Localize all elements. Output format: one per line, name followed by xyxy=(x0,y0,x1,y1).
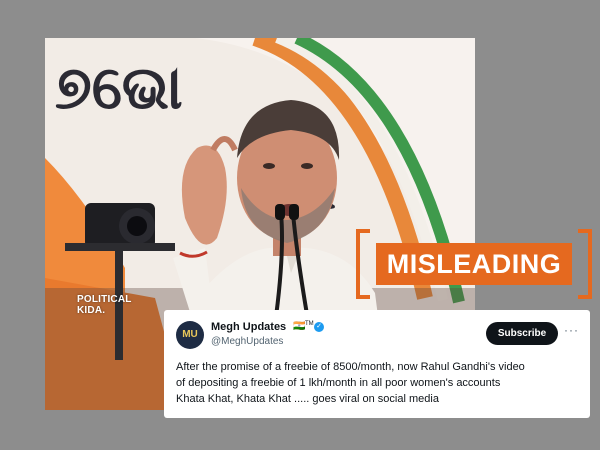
tweet-text: After the promise of a freebie of 8500/m… xyxy=(176,359,586,407)
more-options-icon[interactable]: ··· xyxy=(564,323,579,337)
watermark-line-2: KIDA. xyxy=(77,305,106,316)
video-watermark: POLITICAL KIDA. xyxy=(77,294,132,316)
svg-text:୭ଭୋ: ୭ଭୋ xyxy=(55,53,183,123)
user-handle[interactable]: @MeghUpdates xyxy=(211,336,283,347)
tweet-text-line-1: After the promise of a freebie of 8500/m… xyxy=(176,361,525,373)
watermark-line-1: POLITICAL xyxy=(77,294,132,305)
stamp-right-bracket xyxy=(578,229,592,299)
trademark-mark: TM xyxy=(305,321,314,327)
user-name[interactable]: Megh Updates xyxy=(211,321,286,333)
tweet-text-line-2: of depositing a freebie of 1 lkh/month i… xyxy=(176,377,501,389)
tweet-card: MU Megh Updates 🇮🇳 TM ✓ @MeghUpdates Sub… xyxy=(164,310,590,418)
stamp-left-bracket xyxy=(356,229,370,299)
misleading-stamp: MISLEADING xyxy=(356,229,592,299)
misleading-label: MISLEADING xyxy=(376,243,572,285)
verified-badge-icon: ✓ xyxy=(314,322,324,332)
tweet-text-line-3: Khata Khat, Khata Khat ..... goes viral … xyxy=(176,393,439,405)
avatar[interactable]: MU xyxy=(176,321,204,349)
subscribe-button[interactable]: Subscribe xyxy=(486,322,558,345)
india-flag-icon: 🇮🇳 xyxy=(293,321,306,332)
